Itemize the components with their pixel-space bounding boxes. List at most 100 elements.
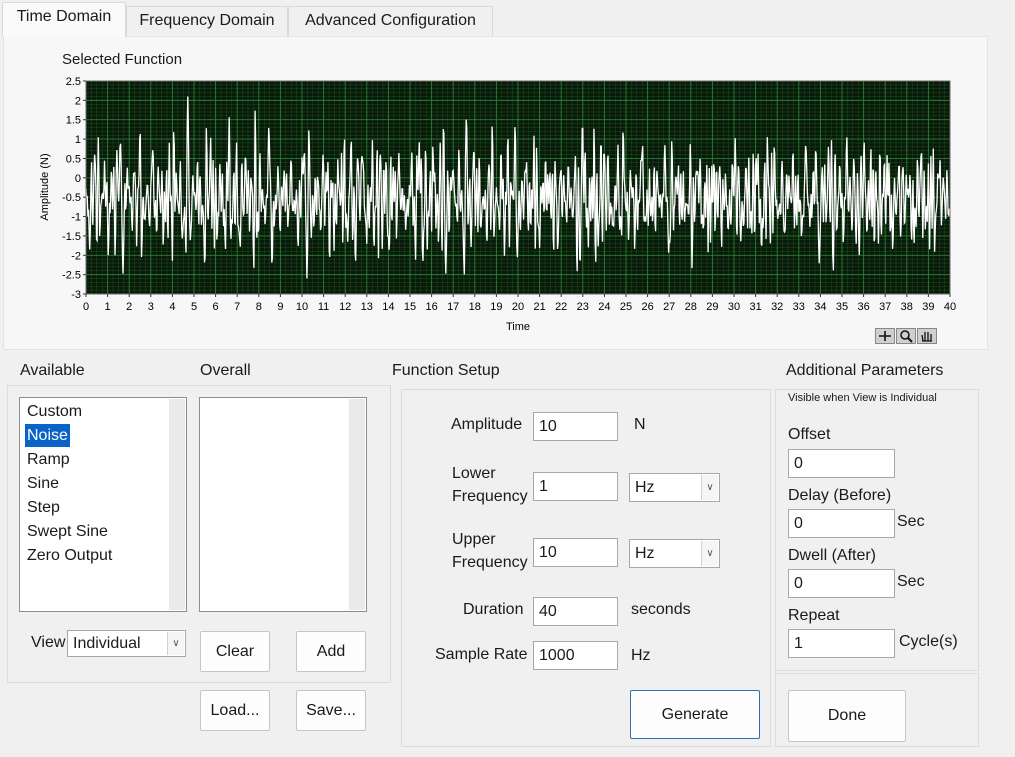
time-domain-graph[interactable]: 2.521.510.50-0.5-1-1.5-2-2.5-3 012345678… bbox=[30, 72, 965, 337]
list-item[interactable]: Custom bbox=[25, 400, 84, 423]
x-tick-label: 15 bbox=[404, 301, 416, 313]
delay-label: Delay (Before) bbox=[788, 487, 892, 504]
y-tick-label: -3 bbox=[71, 289, 81, 301]
chevron-down-icon: ∨ bbox=[701, 475, 718, 500]
upper-frequency-input[interactable]: 10 bbox=[533, 538, 618, 567]
available-scrollbar[interactable] bbox=[169, 399, 185, 610]
lower-frequency-input[interactable]: 1 bbox=[533, 472, 618, 501]
x-tick-label: 5 bbox=[191, 301, 197, 313]
repeat-label: Repeat bbox=[788, 607, 840, 624]
x-tick-label: 18 bbox=[469, 301, 481, 313]
list-item[interactable]: Step bbox=[25, 496, 62, 519]
tab-time-domain[interactable]: Time Domain bbox=[2, 2, 126, 37]
save-button[interactable]: Save... bbox=[296, 690, 366, 731]
list-item[interactable]: Swept Sine bbox=[25, 520, 110, 543]
tab-label: Advanced Configuration bbox=[305, 12, 476, 29]
x-axis-label: Time bbox=[506, 321, 530, 333]
amplitude-label: Amplitude bbox=[451, 416, 523, 433]
plot-area bbox=[85, 80, 951, 295]
x-tick-label: 0 bbox=[83, 301, 89, 313]
x-tick-label: 16 bbox=[425, 301, 437, 313]
x-tick-label: 13 bbox=[361, 301, 373, 313]
tab-frequency-domain[interactable]: Frequency Domain bbox=[126, 6, 288, 36]
list-item[interactable]: Zero Output bbox=[25, 544, 114, 567]
upper-frequency-label-line2: Frequency bbox=[452, 554, 528, 571]
y-tick-label: 1.5 bbox=[66, 115, 81, 127]
lower-frequency-label-line2: Frequency bbox=[452, 488, 528, 505]
sample-rate-input[interactable]: 1000 bbox=[533, 641, 618, 670]
y-tick-label: -2.5 bbox=[62, 270, 81, 282]
y-tick-label: 1 bbox=[75, 134, 81, 146]
y-tick-label: -2 bbox=[71, 250, 81, 262]
sample-rate-label: Sample Rate bbox=[435, 646, 528, 663]
tab-label: Frequency Domain bbox=[139, 12, 275, 29]
amplitude-unit: N bbox=[634, 416, 646, 433]
y-axis-label: Amplitude (N) bbox=[39, 153, 51, 220]
crosshair-icon[interactable] bbox=[875, 328, 895, 344]
sample-rate-unit: Hz bbox=[631, 647, 651, 664]
view-select[interactable]: Individual ∨ bbox=[67, 630, 186, 657]
pan-hand-icon[interactable] bbox=[917, 328, 937, 344]
additional-note: Visible when View is Individual bbox=[788, 392, 937, 404]
y-tick-label: -1 bbox=[71, 212, 81, 224]
dwell-label: Dwell (After) bbox=[788, 547, 877, 564]
x-tick-label: 17 bbox=[447, 301, 459, 313]
x-tick-label: 38 bbox=[901, 301, 913, 313]
x-tick-label: 14 bbox=[382, 301, 394, 313]
lower-frequency-unit-select[interactable]: Hz ∨ bbox=[629, 473, 720, 502]
delay-input[interactable]: 0 bbox=[788, 509, 895, 538]
x-tick-label: 33 bbox=[793, 301, 805, 313]
dwell-unit: Sec bbox=[897, 573, 925, 590]
amplitude-input[interactable]: 10 bbox=[533, 412, 618, 441]
repeat-input[interactable]: 1 bbox=[788, 629, 895, 658]
x-tick-label: 2 bbox=[126, 301, 132, 313]
upper-frequency-unit-select[interactable]: Hz ∨ bbox=[629, 539, 720, 568]
y-tick-label: -1.5 bbox=[62, 231, 81, 243]
x-tick-label: 34 bbox=[814, 301, 826, 313]
generate-button[interactable]: Generate bbox=[630, 690, 760, 739]
overall-label: Overall bbox=[200, 362, 251, 379]
clear-button[interactable]: Clear bbox=[200, 631, 270, 672]
tab-advanced-configuration[interactable]: Advanced Configuration bbox=[288, 6, 493, 36]
y-axis-ticks: 2.5 2 1.5 1 0.5 0 -0.5 -1 -1.5 -2 -2.5 -3 bbox=[62, 76, 86, 301]
add-button[interactable]: Add bbox=[296, 631, 366, 672]
delay-unit: Sec bbox=[897, 513, 925, 530]
x-tick-label: 27 bbox=[663, 301, 675, 313]
graph-palette bbox=[875, 328, 939, 345]
overall-scrollbar[interactable] bbox=[349, 399, 365, 610]
x-tick-label: 6 bbox=[213, 301, 219, 313]
done-button[interactable]: Done bbox=[788, 690, 906, 742]
x-tick-label: 40 bbox=[944, 301, 956, 313]
x-tick-label: 35 bbox=[836, 301, 848, 313]
available-label: Available bbox=[20, 362, 85, 379]
available-listbox[interactable]: Custom Noise Ramp Sine Step Swept Sine Z… bbox=[19, 397, 187, 612]
x-tick-label: 7 bbox=[234, 301, 240, 313]
graph-title: Selected Function bbox=[62, 51, 183, 68]
load-button[interactable]: Load... bbox=[200, 690, 270, 731]
y-tick-label: 2.5 bbox=[66, 76, 81, 88]
x-axis-ticks: 0 1 2 3 4 5 6 7 8 9 10 11 12 13 14 15 16 17 18 19 20 21 22 23 24… bbox=[83, 294, 956, 313]
y-tick-label: 0.5 bbox=[66, 153, 81, 165]
function-setup-label: Function Setup bbox=[392, 362, 500, 379]
list-item[interactable]: Ramp bbox=[25, 448, 72, 471]
duration-label: Duration bbox=[463, 601, 524, 618]
x-tick-label: 25 bbox=[620, 301, 632, 313]
list-item[interactable]: Sine bbox=[25, 472, 61, 495]
x-tick-label: 28 bbox=[685, 301, 697, 313]
tab-label: Time Domain bbox=[16, 8, 112, 25]
overall-listbox[interactable] bbox=[199, 397, 367, 612]
offset-input[interactable]: 0 bbox=[788, 449, 895, 478]
x-tick-label: 8 bbox=[256, 301, 262, 313]
x-tick-label: 24 bbox=[598, 301, 610, 313]
x-tick-label: 4 bbox=[169, 301, 175, 313]
duration-input[interactable]: 40 bbox=[533, 597, 618, 626]
additional-parameters-label: Additional Parameters bbox=[786, 362, 944, 379]
zoom-icon[interactable] bbox=[896, 328, 916, 344]
lower-frequency-unit-value: Hz bbox=[635, 479, 655, 496]
list-item-selected[interactable]: Noise bbox=[25, 424, 70, 447]
dwell-input[interactable]: 0 bbox=[788, 569, 895, 598]
y-tick-label: 0 bbox=[75, 173, 81, 185]
x-tick-label: 31 bbox=[749, 301, 761, 313]
x-tick-label: 29 bbox=[706, 301, 718, 313]
duration-unit: seconds bbox=[631, 601, 691, 618]
